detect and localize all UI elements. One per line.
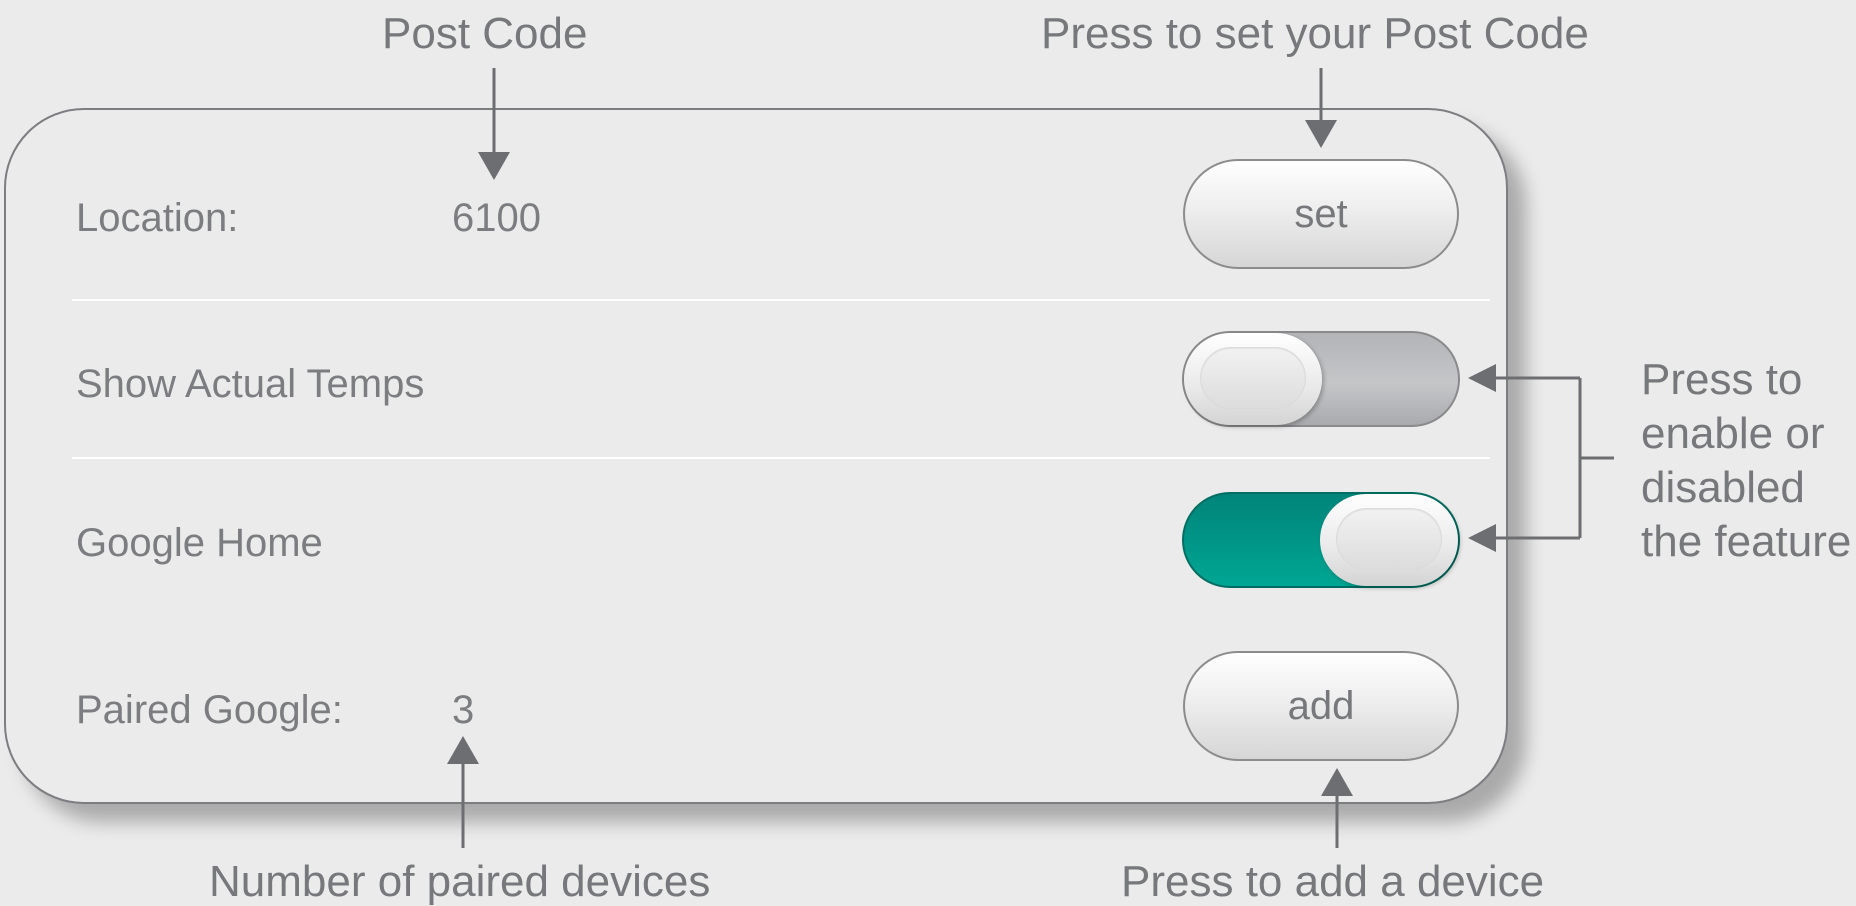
arrow-head-up bbox=[447, 736, 479, 764]
arrow-head-left bbox=[1468, 524, 1496, 552]
arrow-head-down bbox=[478, 152, 510, 180]
arrow-head-up bbox=[1321, 768, 1353, 796]
arrow-head-down bbox=[1305, 120, 1337, 148]
arrow-head-left bbox=[1468, 364, 1496, 392]
annotation-arrows bbox=[447, 68, 1614, 848]
